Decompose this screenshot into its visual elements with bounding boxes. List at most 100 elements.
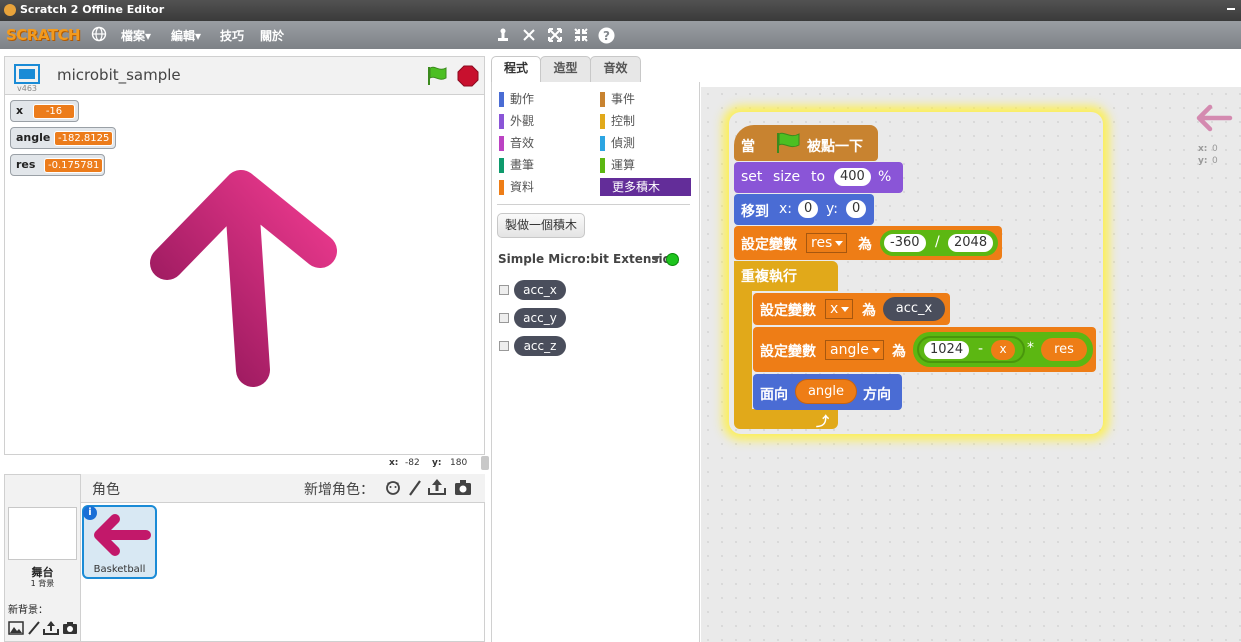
- set-size-block[interactable]: set size to 400 %: [734, 162, 903, 193]
- duplicate-icon[interactable]: [495, 27, 511, 47]
- x-variable-reporter[interactable]: x: [991, 340, 1015, 360]
- goto-y-input[interactable]: 0: [846, 200, 867, 218]
- divide-left-input[interactable]: -360: [884, 234, 926, 252]
- reporter-checkbox[interactable]: [499, 285, 509, 295]
- globe-icon[interactable]: [91, 26, 107, 46]
- menu-tips[interactable]: 技巧: [220, 27, 244, 44]
- monitor-angle[interactable]: angle -182.8125: [10, 127, 116, 149]
- divide-right-input[interactable]: 2048: [948, 234, 994, 252]
- sprite-x-label: x:: [1198, 144, 1208, 154]
- menu-about[interactable]: 關於: [260, 27, 284, 44]
- monitor-value: -16: [33, 104, 75, 119]
- category-pen[interactable]: 畫筆: [499, 156, 589, 174]
- tab-costumes[interactable]: 造型: [540, 56, 591, 83]
- reporter-acc-y[interactable]: acc_y: [514, 308, 566, 328]
- point-in-direction-block[interactable]: 面向 angle 方向: [753, 374, 902, 410]
- reporter-acc-z[interactable]: acc_z: [514, 336, 566, 356]
- subtract-left-input[interactable]: 1024: [924, 341, 970, 359]
- goto-x-input[interactable]: 0: [798, 200, 819, 218]
- sprite-y-value: 0: [1212, 156, 1218, 166]
- forever-block[interactable]: 重複執行: [734, 261, 838, 291]
- menu-file[interactable]: 檔案▾: [121, 27, 151, 44]
- angle-variable-reporter[interactable]: angle: [795, 379, 857, 404]
- camera-sprite-icon[interactable]: [454, 479, 472, 499]
- variable-dropdown[interactable]: angle: [825, 340, 884, 360]
- stage-thumbnail[interactable]: [8, 507, 77, 560]
- category-more-blocks[interactable]: 更多積木: [600, 178, 691, 196]
- stop-sign-icon[interactable]: [457, 65, 479, 90]
- help-icon[interactable]: ?: [598, 27, 615, 48]
- minimize-icon[interactable]: [1227, 8, 1235, 10]
- tab-sounds[interactable]: 音效: [590, 56, 641, 83]
- palette-divider: [497, 204, 690, 205]
- multiply-operator-block[interactable]: 1024 - x * res: [913, 332, 1093, 367]
- title-bar: Scratch 2 Offline Editor: [0, 0, 1241, 21]
- variable-dropdown[interactable]: res: [806, 233, 848, 253]
- set-variable-res-block[interactable]: 設定變數 res 為 -360 / 2048: [734, 226, 1002, 260]
- acc-x-reporter[interactable]: acc_x: [883, 297, 945, 321]
- monitor-res[interactable]: res -0.175781: [10, 154, 105, 176]
- go-to-xy-block[interactable]: 移到 x: 0 y: 0: [734, 194, 874, 225]
- reporter-acc-x[interactable]: acc_x: [514, 280, 566, 300]
- loop-arrow-icon: ⤴: [816, 415, 830, 430]
- shrink-icon[interactable]: [573, 27, 589, 47]
- sprite-info-icon[interactable]: i: [83, 506, 97, 520]
- menu-edit[interactable]: 編輯▾: [171, 27, 201, 44]
- make-block-button[interactable]: 製做一個積木: [497, 213, 585, 238]
- upload-icon[interactable]: [43, 620, 59, 638]
- backdrop-count: 1 背景: [30, 579, 55, 588]
- tab-scripts[interactable]: 程式: [491, 56, 541, 84]
- sprite-preview-arrow: [1196, 104, 1233, 132]
- sprites-header: 角色 新增角色：: [81, 474, 485, 503]
- arrow-sprite[interactable]: [145, 165, 345, 390]
- category-looks[interactable]: 外觀: [499, 112, 589, 130]
- category-events[interactable]: 事件: [600, 90, 690, 108]
- sprite-y-label: y:: [1198, 156, 1208, 166]
- monitor-x[interactable]: x -16: [10, 100, 79, 122]
- category-color-bar: [600, 114, 605, 129]
- scratch-logo[interactable]: SCRATCH: [6, 26, 81, 44]
- camera-icon[interactable]: [62, 621, 78, 638]
- when-flag-clicked-block[interactable]: 當 被點一下: [734, 125, 878, 161]
- size-input[interactable]: 400: [834, 168, 871, 186]
- category-sound[interactable]: 音效: [499, 134, 589, 152]
- paint-backdrop-landscape-icon[interactable]: [8, 621, 24, 638]
- divide-operator-block[interactable]: -360 / 2048: [880, 230, 998, 256]
- extension-menu-arrow-icon[interactable]: [652, 256, 660, 262]
- category-sensing[interactable]: 偵測: [600, 134, 690, 152]
- monitor-value: -182.8125: [54, 131, 114, 146]
- category-control[interactable]: 控制: [600, 112, 690, 130]
- category-color-bar: [499, 114, 504, 129]
- stage-thumbnail-panel[interactable]: 舞台 1 背景 新背景：: [4, 474, 81, 642]
- forever-block-arm: [734, 290, 752, 410]
- cut-icon[interactable]: [521, 27, 537, 47]
- paintbrush-icon[interactable]: [27, 621, 41, 638]
- sprite-library-icon[interactable]: [384, 479, 402, 500]
- category-motion[interactable]: 動作: [499, 90, 589, 108]
- set-variable-angle-block[interactable]: 設定變數 angle 為 1024 - x * res: [753, 327, 1096, 372]
- green-flag-icon[interactable]: [425, 64, 449, 91]
- mouse-x-label: x:: [389, 458, 399, 468]
- variable-dropdown[interactable]: x: [825, 299, 854, 319]
- res-variable-reporter[interactable]: res: [1041, 338, 1087, 361]
- monitor-label: res: [16, 158, 36, 171]
- collapse-stage-button[interactable]: [481, 456, 489, 470]
- category-data[interactable]: 資料: [499, 178, 589, 196]
- category-color-bar: [600, 158, 605, 173]
- grow-icon[interactable]: [547, 27, 563, 47]
- paint-sprite-icon[interactable]: [407, 479, 423, 500]
- sprite-x-value: 0: [1212, 144, 1218, 154]
- upload-sprite-icon[interactable]: [428, 478, 446, 499]
- subtract-operator-block[interactable]: 1024 - x: [917, 336, 1025, 363]
- set-variable-x-block[interactable]: 設定變數 x 為 acc_x: [753, 293, 950, 325]
- reporter-checkbox[interactable]: [499, 341, 509, 351]
- monitor-label: x: [16, 104, 24, 117]
- category-operators[interactable]: 運算: [600, 156, 690, 174]
- stage-canvas[interactable]: x -16 angle -182.8125 res -0.175781: [4, 94, 485, 455]
- svg-text:?: ?: [603, 29, 610, 43]
- project-title-input[interactable]: microbit_sample: [57, 66, 181, 84]
- category-color-bar: [499, 158, 504, 173]
- reporter-checkbox[interactable]: [499, 313, 509, 323]
- category-color-bar: [499, 136, 504, 151]
- extension-status-icon: [666, 253, 679, 266]
